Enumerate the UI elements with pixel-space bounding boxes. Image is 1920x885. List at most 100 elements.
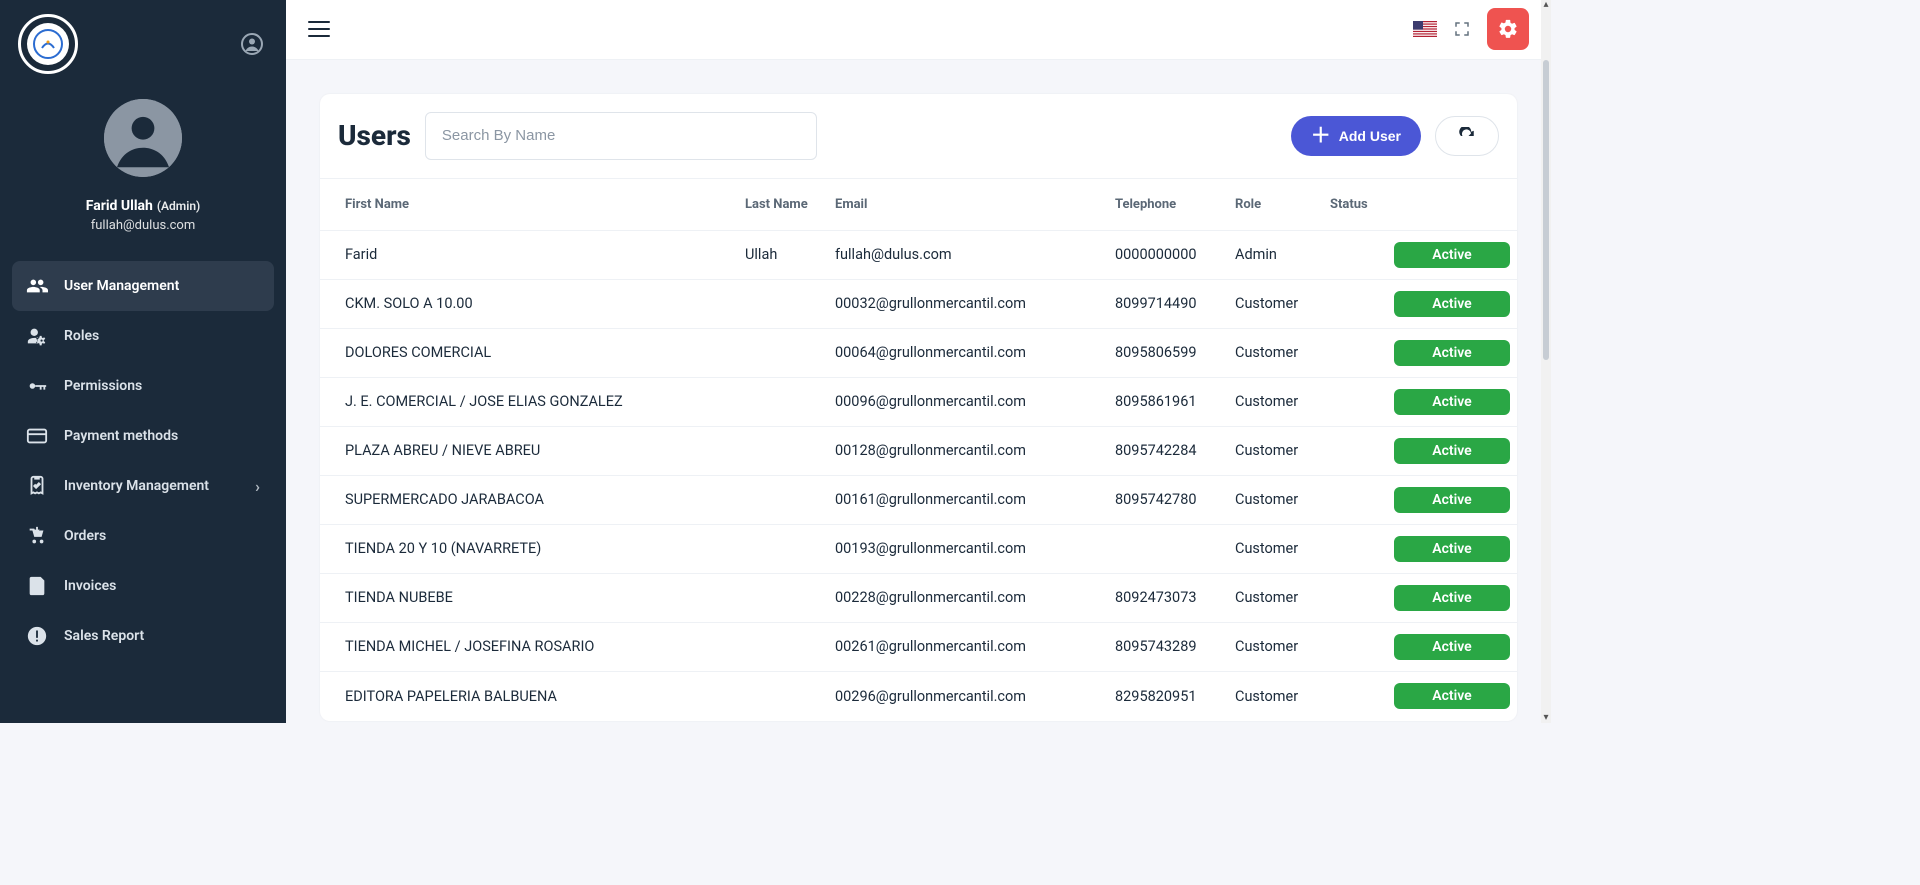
cell-role: Customer <box>1235 491 1330 508</box>
cell-email: 00228@grullonmercantil.com <box>835 589 1115 606</box>
profile-email: fullah@dulus.com <box>20 218 266 233</box>
main: Users ＋ Add User First Name <box>286 0 1551 723</box>
status-badge[interactable]: Active <box>1394 536 1510 562</box>
topbar <box>286 0 1551 60</box>
cell-telephone: 8095806599 <box>1115 344 1235 361</box>
nav-icon <box>26 275 48 297</box>
cell-email: 00032@grullonmercantil.com <box>835 295 1115 312</box>
cell-first-name: EDITORA PAPELERIA BALBUENA <box>345 688 745 705</box>
sidebar-item-orders[interactable]: Orders <box>12 511 274 561</box>
profile-role: (Admin) <box>157 199 200 213</box>
cell-telephone: 8099714490 <box>1115 295 1235 312</box>
sidebar: Farid Ullah (Admin) fullah@dulus.com Use… <box>0 0 286 723</box>
status-badge[interactable]: Active <box>1394 487 1510 513</box>
settings-button[interactable] <box>1487 8 1529 50</box>
table-row[interactable]: FaridUllahfullah@dulus.com0000000000Admi… <box>320 231 1517 280</box>
search-input[interactable] <box>425 112 817 160</box>
cell-telephone: 8095743289 <box>1115 638 1235 655</box>
flag-us-icon[interactable] <box>1413 21 1437 37</box>
refresh-button[interactable] <box>1435 116 1499 156</box>
cell-first-name: CKM. SOLO A 10.00 <box>345 295 745 312</box>
table-row[interactable]: TIENDA MICHEL / JOSEFINA ROSARIO 00261@gr… <box>320 623 1517 672</box>
sidebar-item-label: Orders <box>64 528 106 544</box>
sidebar-item-invoices[interactable]: Invoices <box>12 561 274 611</box>
cell-role: Customer <box>1235 638 1330 655</box>
table-row[interactable]: TIENDA 20 Y 10 (NAVARRETE)00193@grullonm… <box>320 525 1517 574</box>
status-badge[interactable]: Active <box>1394 340 1510 366</box>
sidebar-item-user-management[interactable]: User Management <box>12 261 274 311</box>
status-badge[interactable]: Active <box>1394 291 1510 317</box>
cell-role: Customer <box>1235 688 1330 705</box>
cell-first-name: SUPERMERCADO JARABACOA <box>345 491 745 508</box>
cell-email: 00064@grullonmercantil.com <box>835 344 1115 361</box>
col-email: Email <box>835 197 1115 212</box>
cell-first-name: PLAZA ABREU / NIEVE ABREU <box>345 442 745 459</box>
cell-telephone: 8095742780 <box>1115 491 1235 508</box>
cell-first-name: J. E. COMERCIAL / JOSE ELIAS GONZALEZ <box>345 393 745 410</box>
refresh-icon <box>1458 127 1476 145</box>
sidebar-item-label: Permissions <box>64 378 142 394</box>
page-title: Users <box>338 119 411 152</box>
sidebar-item-label: User Management <box>64 278 179 294</box>
sidebar-item-permissions[interactable]: Permissions <box>12 361 274 411</box>
profile-name: Farid Ullah <box>86 198 153 214</box>
add-user-button[interactable]: ＋ Add User <box>1291 116 1421 156</box>
avatar <box>104 99 182 177</box>
cell-first-name: DOLORES COMERCIAL <box>345 344 745 361</box>
profile-icon[interactable] <box>240 32 264 56</box>
sidebar-item-inventory-management[interactable]: Inventory Management› <box>12 461 274 511</box>
cell-email: 00128@grullonmercantil.com <box>835 442 1115 459</box>
cell-role: Customer <box>1235 442 1330 459</box>
sidebar-item-label: Invoices <box>64 578 116 594</box>
nav-icon <box>26 575 48 597</box>
cell-telephone: 8295820951 <box>1115 688 1235 705</box>
table-row[interactable]: CKM. SOLO A 10.00 00032@grullonmercantil.… <box>320 280 1517 329</box>
col-status: Status <box>1330 197 1510 212</box>
nav-icon <box>26 425 48 447</box>
menu-toggle-button[interactable] <box>308 21 330 37</box>
table-header: First Name Last Name Email Telephone Rol… <box>320 179 1517 231</box>
status-badge[interactable]: Active <box>1394 242 1510 268</box>
col-first-name: First Name <box>345 197 745 212</box>
nav-icon <box>26 525 48 547</box>
brand-logo[interactable] <box>18 14 78 74</box>
status-badge[interactable]: Active <box>1394 438 1510 464</box>
table-row[interactable]: SUPERMERCADO JARABACOA 00161@grullonmerca… <box>320 476 1517 525</box>
col-last-name: Last Name <box>745 197 835 212</box>
users-card: Users ＋ Add User First Name <box>320 94 1517 721</box>
add-user-label: Add User <box>1339 128 1401 144</box>
cell-email: 00161@grullonmercantil.com <box>835 491 1115 508</box>
cell-telephone: 8092473073 <box>1115 589 1235 606</box>
cell-role: Admin <box>1235 246 1330 263</box>
col-telephone: Telephone <box>1115 197 1235 212</box>
scrollbar[interactable]: ▴ ▾ <box>1541 0 1551 723</box>
status-badge[interactable]: Active <box>1394 389 1510 415</box>
cell-telephone: 8095861961 <box>1115 393 1235 410</box>
status-badge[interactable]: Active <box>1394 634 1510 660</box>
sidebar-item-label: Sales Report <box>64 628 144 644</box>
nav: User Management Roles Permissions Payment m… <box>0 253 286 669</box>
table-row[interactable]: TIENDA NUBEBE 00228@grullonmercantil.com8… <box>320 574 1517 623</box>
status-badge[interactable]: Active <box>1394 683 1510 709</box>
fullscreen-icon[interactable] <box>1453 20 1471 38</box>
table-row[interactable]: J. E. COMERCIAL / JOSE ELIAS GONZALEZ 000… <box>320 378 1517 427</box>
nav-icon <box>26 375 48 397</box>
cell-email: fullah@dulus.com <box>835 246 1115 263</box>
sidebar-item-payment-methods[interactable]: Payment methods <box>12 411 274 461</box>
nav-icon <box>26 325 48 347</box>
cell-first-name: TIENDA MICHEL / JOSEFINA ROSARIO <box>345 638 745 655</box>
cell-first-name: TIENDA 20 Y 10 (NAVARRETE) <box>345 540 745 557</box>
status-badge[interactable]: Active <box>1394 585 1510 611</box>
sidebar-item-sales-report[interactable]: Sales Report <box>12 611 274 661</box>
cell-email: 00261@grullonmercantil.com <box>835 638 1115 655</box>
table-row[interactable]: EDITORA PAPELERIA BALBUENA00296@grullonm… <box>320 672 1517 721</box>
cell-email: 00096@grullonmercantil.com <box>835 393 1115 410</box>
avatar-icon <box>104 99 182 177</box>
sidebar-item-roles[interactable]: Roles <box>12 311 274 361</box>
table-row[interactable]: DOLORES COMERCIAL 00064@grullonmercantil.… <box>320 329 1517 378</box>
cell-telephone: 0000000000 <box>1115 246 1235 263</box>
cell-first-name: TIENDA NUBEBE <box>345 589 745 606</box>
sidebar-item-label: Inventory Management <box>64 478 209 494</box>
nav-icon <box>26 475 48 497</box>
table-row[interactable]: PLAZA ABREU / NIEVE ABREU 00128@grullonme… <box>320 427 1517 476</box>
